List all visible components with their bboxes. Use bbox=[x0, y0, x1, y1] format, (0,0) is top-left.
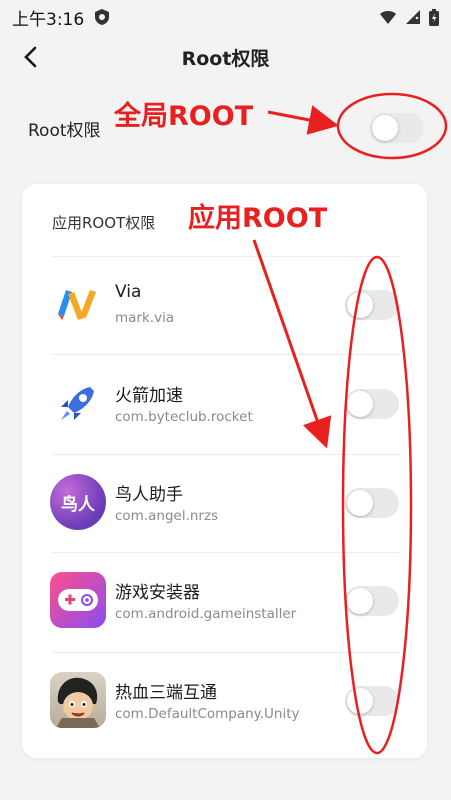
toggle-knob bbox=[347, 292, 373, 318]
page-title: Root权限 bbox=[181, 47, 270, 70]
global-root-label: Root权限 bbox=[28, 120, 101, 141]
gamepad-icon bbox=[50, 572, 106, 628]
app-row-rocket[interactable]: 火箭加速 com.byteclub.rocket bbox=[22, 355, 427, 453]
app-root-section-title: 应用ROOT权限 bbox=[52, 214, 156, 232]
wifi-icon bbox=[380, 11, 396, 24]
app-package: com.DefaultCompany.Unity bbox=[115, 706, 300, 722]
app-toggle-rexue[interactable] bbox=[345, 686, 399, 716]
rocket-icon bbox=[50, 375, 106, 431]
via-icon bbox=[50, 276, 106, 332]
app-row-via[interactable]: Via mark.via bbox=[22, 256, 427, 354]
global-root-toggle[interactable] bbox=[370, 113, 424, 143]
app-row-gameinstaller[interactable]: 游戏安装器 com.android.gameinstaller bbox=[22, 552, 427, 650]
app-name: 游戏安装器 bbox=[115, 583, 200, 603]
app-package: com.angel.nrzs bbox=[115, 508, 219, 524]
back-button[interactable] bbox=[16, 42, 44, 72]
annotation-app-root: 应用ROOT bbox=[188, 203, 328, 234]
app-name: 火箭加速 bbox=[115, 386, 183, 406]
status-time: 上午3:16 bbox=[12, 9, 85, 30]
app-name: 鸟人助手 bbox=[115, 485, 183, 505]
cartoon-avatar-icon bbox=[50, 672, 106, 728]
toggle-knob bbox=[347, 688, 373, 714]
app-root-card: 应用ROOT权限 Via mark.via 火箭加速 com.byteclub.… bbox=[22, 184, 427, 758]
app-toggle-via[interactable] bbox=[345, 290, 399, 320]
toggle-knob bbox=[347, 391, 373, 417]
status-bar: 上午3:16 bbox=[0, 0, 451, 34]
toggle-knob bbox=[347, 588, 373, 614]
app-row-niaoren[interactable]: 鸟人 鸟人助手 com.angel.nrzs bbox=[22, 454, 427, 552]
signal-icon bbox=[406, 10, 420, 24]
app-row-rexue[interactable]: 热血三端互通 com.DefaultCompany.Unity bbox=[22, 652, 427, 750]
app-name: Via bbox=[115, 282, 142, 302]
battery-icon bbox=[429, 8, 439, 26]
chevron-left-icon bbox=[24, 46, 37, 68]
app-toggle-rocket[interactable] bbox=[345, 389, 399, 419]
niaoren-icon-text: 鸟人 bbox=[61, 494, 95, 515]
app-package: mark.via bbox=[115, 310, 175, 326]
niaoren-icon: 鸟人 bbox=[50, 474, 106, 530]
app-toggle-gameinstaller[interactable] bbox=[345, 586, 399, 616]
app-package: com.android.gameinstaller bbox=[115, 606, 297, 622]
app-toggle-niaoren[interactable] bbox=[345, 488, 399, 518]
app-package: com.byteclub.rocket bbox=[115, 409, 253, 425]
toggle-knob bbox=[347, 490, 373, 516]
toggle-knob bbox=[372, 115, 398, 141]
shield-icon bbox=[95, 9, 110, 25]
title-bar: Root权限 bbox=[0, 34, 451, 80]
app-name: 热血三端互通 bbox=[115, 683, 217, 703]
annotation-global-root: 全局ROOT bbox=[114, 101, 254, 132]
